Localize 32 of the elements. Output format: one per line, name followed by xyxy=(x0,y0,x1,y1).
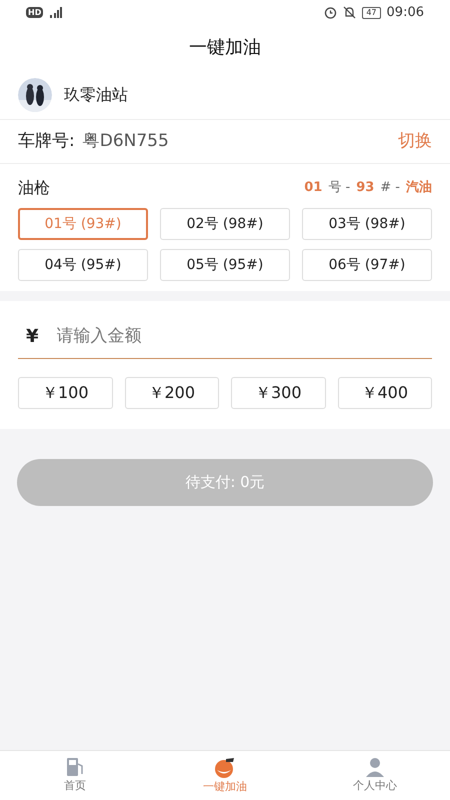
currency-symbol: ¥ xyxy=(25,325,39,349)
status-time: 09:06 xyxy=(386,4,424,22)
nozzle-option[interactable]: 06号 (97#) xyxy=(302,249,432,281)
fuel-type: 汽油 xyxy=(406,179,432,198)
selected-nozzle: 01 xyxy=(304,179,322,198)
amount-preset[interactable]: ￥400 xyxy=(338,377,432,409)
nozzle-option[interactable]: 03号 (98#) xyxy=(302,208,432,240)
tab-bar-item[interactable]: 个人中心 xyxy=(300,751,450,800)
alarm-icon xyxy=(324,6,338,19)
selected-grade: 93 xyxy=(356,179,374,198)
station-name: 玖零油站 xyxy=(64,84,128,106)
amount-preset[interactable]: ￥300 xyxy=(231,377,326,409)
amount-preset[interactable]: ￥200 xyxy=(124,377,219,409)
plate-label: 车牌号: xyxy=(18,130,75,153)
signal-icon xyxy=(47,7,64,18)
nozzle-label: 油枪 xyxy=(18,177,50,199)
nozzle-option[interactable]: 02号 (98#) xyxy=(160,208,290,240)
nozzle-suffix: 号 - xyxy=(328,179,350,198)
page-title: 一键加油 xyxy=(189,36,261,60)
muted-bell-icon xyxy=(343,6,356,19)
nozzle-option[interactable]: 05号 (95#) xyxy=(160,249,290,281)
amount-field[interactable]: 请输入金额 xyxy=(56,324,432,350)
nozzle-option[interactable]: 04号 (95#) xyxy=(18,249,148,281)
grade-suffix: # - xyxy=(380,179,400,198)
network-badge: HD xyxy=(26,7,44,18)
fuel-pump-icon xyxy=(65,756,85,778)
plate-number: 粤D6N755 xyxy=(82,130,169,153)
battery-indicator: 47 xyxy=(362,6,381,18)
amount-preset[interactable]: ￥100 xyxy=(18,377,112,409)
tab-bar-item[interactable]: 首页 xyxy=(0,751,150,800)
fruit-icon xyxy=(213,755,237,780)
person-icon xyxy=(364,756,386,778)
